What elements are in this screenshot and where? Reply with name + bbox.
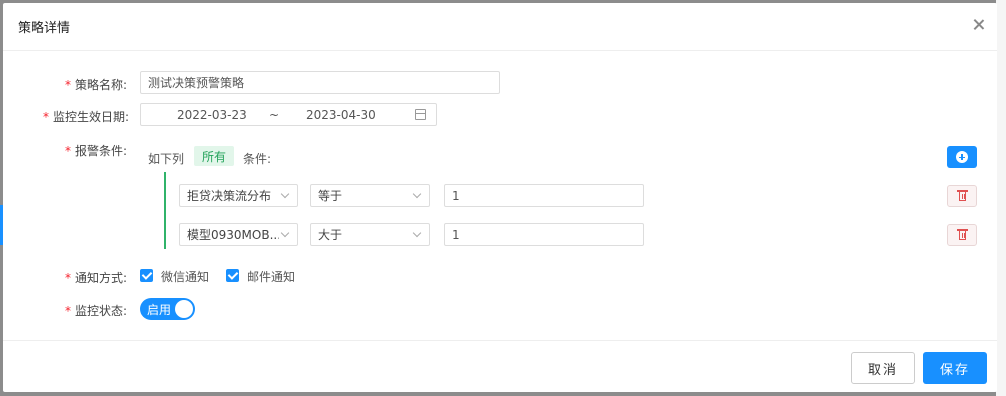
modal-footer: 取消 保存 [3, 340, 997, 392]
date-label-text: 监控生效日期: [53, 110, 130, 124]
notify-label-text: 通知方式: [75, 271, 128, 285]
date-label: * 监控生效日期: [43, 108, 129, 125]
wechat-notify-label: 微信通知 [161, 270, 210, 284]
modal-header: 策略详情 [3, 3, 997, 51]
email-notify-label: 邮件通知 [247, 270, 296, 284]
delete-condition-button[interactable] [947, 185, 977, 207]
start-date[interactable]: 2022-03-23 [177, 108, 247, 122]
chevron-down-icon [280, 228, 290, 238]
condition-value-input[interactable]: 1 [444, 223, 644, 246]
condition-operator-select[interactable]: 大于 [310, 223, 430, 246]
end-date[interactable]: 2023-04-30 [306, 108, 376, 122]
condition-suffix: 条件: [243, 152, 272, 166]
required-mark: * [65, 271, 71, 285]
close-icon[interactable] [971, 17, 987, 33]
delete-condition-button[interactable] [947, 224, 977, 246]
chevron-down-icon [412, 189, 422, 199]
match-all-tag[interactable]: 所有 [194, 146, 235, 166]
status-toggle[interactable]: 启用 [140, 298, 195, 320]
condition-operator-select[interactable]: 等于 [310, 184, 430, 207]
alarm-label: * 报警条件: [65, 142, 127, 159]
add-condition-button[interactable] [947, 146, 977, 168]
background-strip [996, 0, 1006, 396]
chevron-down-icon [412, 228, 422, 238]
alarm-label-text: 报警条件: [75, 144, 128, 158]
notify-label: * 通知方式: [65, 269, 127, 286]
modal-title: 策略详情 [18, 21, 71, 36]
calendar-icon[interactable] [415, 109, 426, 120]
toggle-text: 启用 [147, 303, 172, 317]
plus-circle-icon [956, 151, 968, 163]
required-mark: * [65, 78, 71, 92]
condition-field-select[interactable]: 模型0930MOB... [179, 223, 298, 246]
condition-field-select[interactable]: 拒贷决策流分布 [179, 184, 298, 207]
strategy-detail-modal: 策略详情 * 策略名称: 测试决策预警策略 * 监控生效日期: 2022-03-23… [3, 3, 997, 392]
status-label: * 监控状态: [65, 302, 127, 319]
condition-field-value: 模型0930MOB... [187, 228, 279, 242]
condition-value: 1 [452, 188, 460, 203]
condition-operator-value: 大于 [318, 228, 343, 242]
name-label-text: 策略名称: [75, 78, 128, 92]
condition-prefix: 如下列 [148, 152, 185, 166]
condition-value-input[interactable]: 1 [444, 184, 644, 207]
strategy-name-input[interactable]: 测试决策预警策略 [140, 71, 500, 94]
name-label: * 策略名称: [65, 76, 127, 93]
date-range-picker[interactable]: 2022-03-23 ~ 2023-04-30 [140, 103, 437, 126]
chevron-down-icon [280, 189, 290, 199]
trash-icon [957, 229, 968, 241]
condition-field-value: 拒贷决策流分布 [187, 189, 272, 203]
condition-group-bar [164, 172, 166, 249]
cancel-button[interactable]: 取消 [851, 352, 915, 384]
wechat-notify-checkbox[interactable] [140, 269, 153, 282]
strategy-name-value: 测试决策预警策略 [148, 76, 245, 90]
condition-value: 1 [452, 227, 460, 242]
required-mark: * [43, 110, 49, 124]
required-mark: * [65, 304, 71, 318]
status-label-text: 监控状态: [75, 304, 128, 318]
date-separator: ~ [269, 108, 280, 122]
toggle-knob [175, 300, 193, 318]
condition-operator-value: 等于 [318, 189, 343, 203]
trash-icon [957, 190, 968, 202]
save-button[interactable]: 保存 [923, 352, 987, 384]
required-mark: * [65, 144, 71, 158]
email-notify-checkbox[interactable] [226, 269, 239, 282]
